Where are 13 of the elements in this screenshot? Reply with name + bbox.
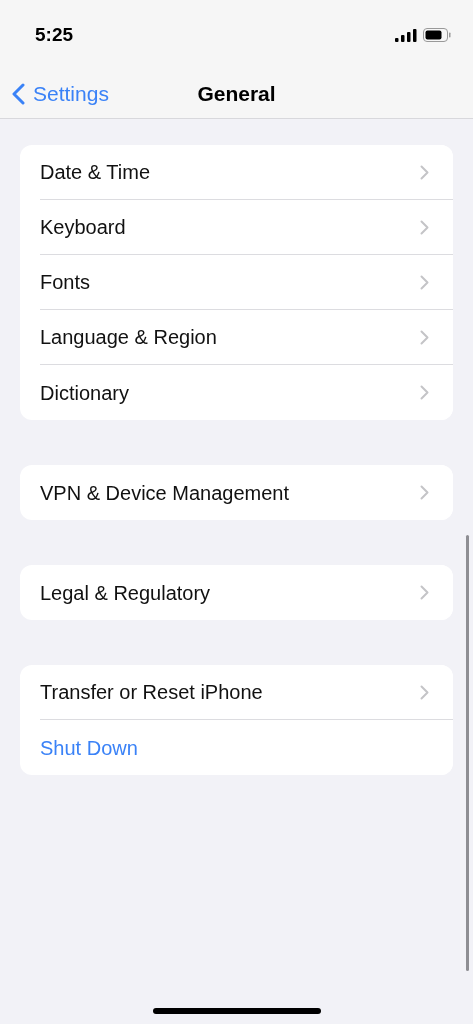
chevron-icon bbox=[420, 385, 429, 400]
chevron-icon bbox=[420, 164, 429, 180]
chevron-icon bbox=[420, 219, 429, 235]
battery-icon bbox=[423, 28, 451, 42]
signal-icon bbox=[395, 28, 417, 42]
chevron-icon bbox=[420, 274, 429, 290]
chevron-icon bbox=[420, 329, 429, 345]
back-chevron-icon bbox=[12, 83, 25, 105]
chevron-icon bbox=[420, 485, 429, 500]
chevron-icon bbox=[420, 585, 429, 600]
status-time: 5:25 bbox=[35, 22, 74, 47]
chevron-icon bbox=[420, 684, 429, 700]
page-title: General bbox=[197, 81, 276, 108]
